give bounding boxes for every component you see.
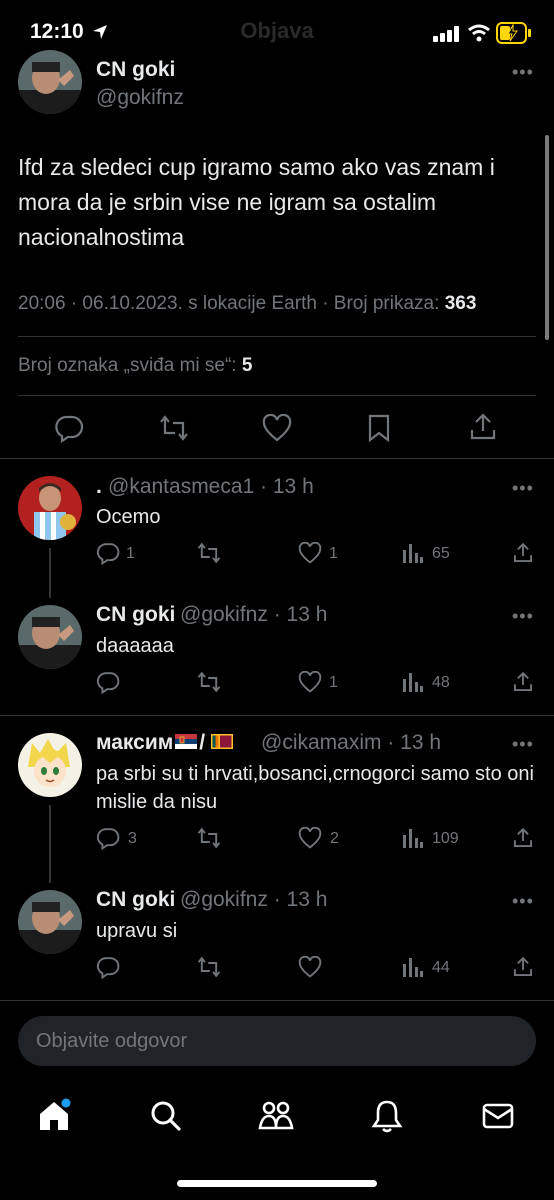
repost-icon[interactable] <box>196 955 222 979</box>
reply-author-handle[interactable]: @kantasmeca1 · 13 h <box>108 475 314 499</box>
home-indicator[interactable] <box>177 1180 377 1187</box>
like-count: 2 <box>330 830 339 847</box>
reply-author-name[interactable]: CN goki <box>96 603 175 627</box>
view-count: 65 <box>432 545 450 562</box>
like-icon[interactable] <box>298 827 322 849</box>
divider <box>0 1000 554 1001</box>
like-count: 1 <box>329 545 338 562</box>
repost-icon[interactable] <box>196 826 222 850</box>
reply-icon[interactable] <box>96 826 120 850</box>
bell-icon[interactable] <box>370 1098 404 1134</box>
share-icon[interactable] <box>512 826 534 850</box>
bookmark-icon[interactable] <box>367 413 391 443</box>
reply-author-name[interactable]: максим / <box>96 731 235 755</box>
reply-more-button[interactable]: ••• <box>512 478 534 499</box>
like-icon[interactable] <box>298 956 322 978</box>
repost-icon[interactable] <box>196 541 222 565</box>
serbia-flag-icon <box>175 733 198 749</box>
reply-more-button[interactable]: ••• <box>512 606 534 627</box>
thread-line <box>49 548 51 598</box>
views-icon[interactable] <box>402 671 424 693</box>
share-icon[interactable] <box>512 541 534 565</box>
reply-avatar[interactable] <box>18 733 82 797</box>
view-count: 109 <box>432 830 459 847</box>
status-bar: 12:10 Objava <box>0 0 554 66</box>
wifi-icon <box>468 24 490 42</box>
like-icon[interactable] <box>298 671 322 693</box>
reply-author-handle[interactable]: @gokifnz · 13 h <box>180 603 327 627</box>
reply-text: pa srbi su ti hrvati,bosanci,crnogorci s… <box>96 763 534 813</box>
reply-author-name[interactable]: CN goki <box>96 888 175 912</box>
reply-count: 1 <box>126 545 135 562</box>
view-count: 48 <box>432 674 450 691</box>
communities-icon[interactable] <box>256 1098 296 1134</box>
reply-icon[interactable] <box>96 955 120 979</box>
sri-lanka-flag-icon <box>211 733 234 749</box>
name-separator: / <box>199 731 206 754</box>
post-meta: 20:06 · 06.10.2023. s lokacije Earth · B… <box>18 293 476 315</box>
like-icon[interactable] <box>262 414 292 442</box>
cellular-signal-icon <box>433 26 459 42</box>
views-icon[interactable] <box>402 956 424 978</box>
author-handle[interactable]: @gokifnz <box>96 86 184 110</box>
post-text: Ifd za sledeci cup igramo samo ako vas z… <box>18 154 495 250</box>
post-meta-text: 20:06 · 06.10.2023. s lokacije Earth · B… <box>18 293 445 314</box>
views-icon[interactable] <box>402 827 424 849</box>
divider <box>0 715 554 716</box>
home-icon[interactable] <box>36 1098 76 1134</box>
reply-input-placeholder: Objavite odgovor <box>36 1030 188 1052</box>
reply-input[interactable]: Objavite odgovor <box>18 1016 536 1066</box>
likes-label: Broj oznaka „sviđa mi se“: <box>18 355 242 376</box>
repost-icon[interactable] <box>158 413 190 443</box>
like-count: 1 <box>329 674 338 691</box>
thread-line <box>49 805 51 883</box>
like-icon[interactable] <box>298 542 322 564</box>
share-icon[interactable] <box>468 412 498 442</box>
reply-icon[interactable] <box>96 541 120 565</box>
view-count: 44 <box>432 959 450 976</box>
reply-text: Ocemo <box>96 506 161 528</box>
reply-author-name[interactable]: . <box>96 475 102 499</box>
reply-icon[interactable] <box>96 670 120 694</box>
likes-count: 5 <box>241 355 253 376</box>
reply-author-handle[interactable]: @gokifnz · 13 h <box>180 888 327 912</box>
views-icon[interactable] <box>402 542 424 564</box>
view-count: 363 <box>444 293 477 314</box>
reply-author-name-text: максим <box>96 731 174 754</box>
reply-more-button[interactable]: ••• <box>512 891 534 912</box>
share-icon[interactable] <box>512 955 534 979</box>
scrollbar[interactable] <box>545 135 549 340</box>
reply-icon[interactable] <box>54 413 84 443</box>
mail-icon[interactable] <box>480 1098 516 1134</box>
divider <box>0 458 554 459</box>
reply-avatar[interactable] <box>18 890 82 954</box>
reply-count: 3 <box>128 830 137 847</box>
divider <box>18 336 536 337</box>
repost-icon[interactable] <box>196 670 222 694</box>
battery-charging-icon <box>496 22 531 44</box>
reply-text: daaaaaa <box>96 635 174 657</box>
share-icon[interactable] <box>512 670 534 694</box>
reply-more-button[interactable]: ••• <box>512 734 534 755</box>
divider <box>18 395 536 396</box>
reply-avatar[interactable] <box>18 605 82 669</box>
reply-avatar[interactable] <box>18 476 82 540</box>
reply-author-handle[interactable]: @cikamaxim · 13 h <box>261 731 441 755</box>
reply-text: upravu si <box>96 920 178 942</box>
likes-summary[interactable]: Broj oznaka „sviđa mi se“: 5 <box>18 355 252 377</box>
search-icon[interactable] <box>148 1098 184 1134</box>
